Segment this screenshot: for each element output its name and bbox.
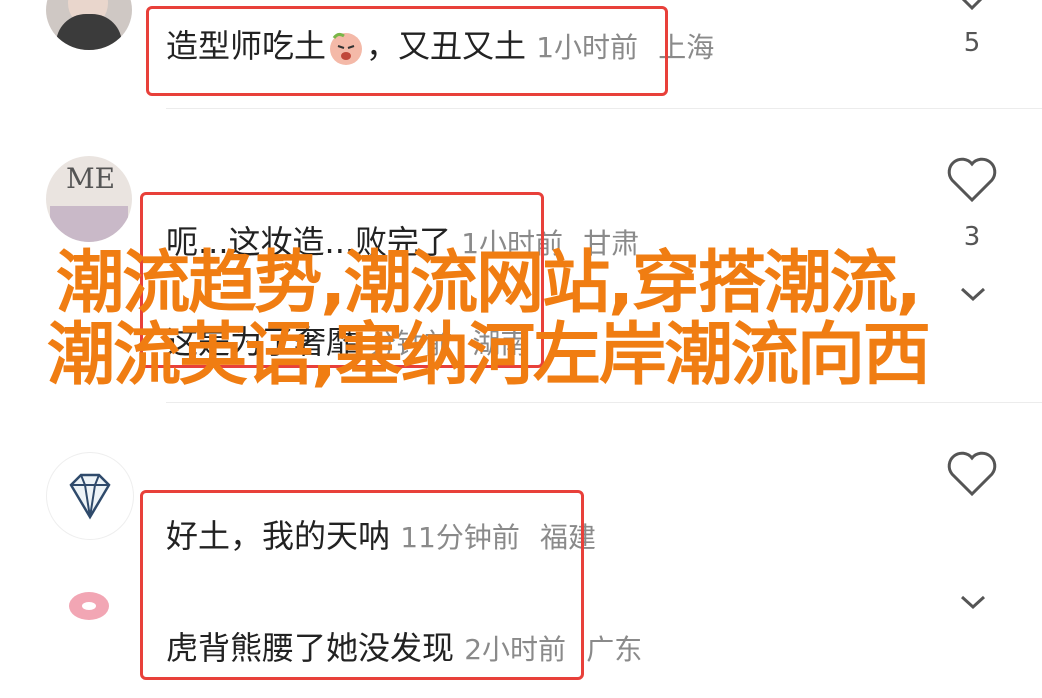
chevron-down-icon[interactable] bbox=[960, 286, 986, 306]
avatar-text: ME bbox=[66, 162, 116, 195]
avatar[interactable] bbox=[66, 586, 112, 626]
divider bbox=[166, 402, 1042, 403]
like-icon[interactable] bbox=[944, 156, 1000, 208]
like-count: 3 bbox=[963, 222, 981, 252]
highlight-box bbox=[140, 490, 584, 680]
comment-location: 广东 bbox=[586, 633, 643, 666]
like-icon[interactable] bbox=[944, 450, 1000, 502]
avatar[interactable] bbox=[46, 452, 134, 540]
avatar[interactable] bbox=[46, 0, 132, 50]
chevron-down-icon[interactable] bbox=[960, 594, 986, 614]
donut-icon bbox=[69, 592, 109, 620]
like-count: 5 bbox=[963, 28, 981, 58]
like-icon[interactable] bbox=[944, 0, 1000, 14]
divider bbox=[166, 108, 1042, 109]
diamond-icon bbox=[69, 473, 111, 520]
avatar[interactable]: ME bbox=[46, 156, 132, 242]
highlight-box bbox=[146, 6, 668, 96]
overlay-title: 潮流趋势,潮流网站,穿搭潮流,潮流英语,塞纳河左岸潮流向西 bbox=[47, 244, 931, 395]
